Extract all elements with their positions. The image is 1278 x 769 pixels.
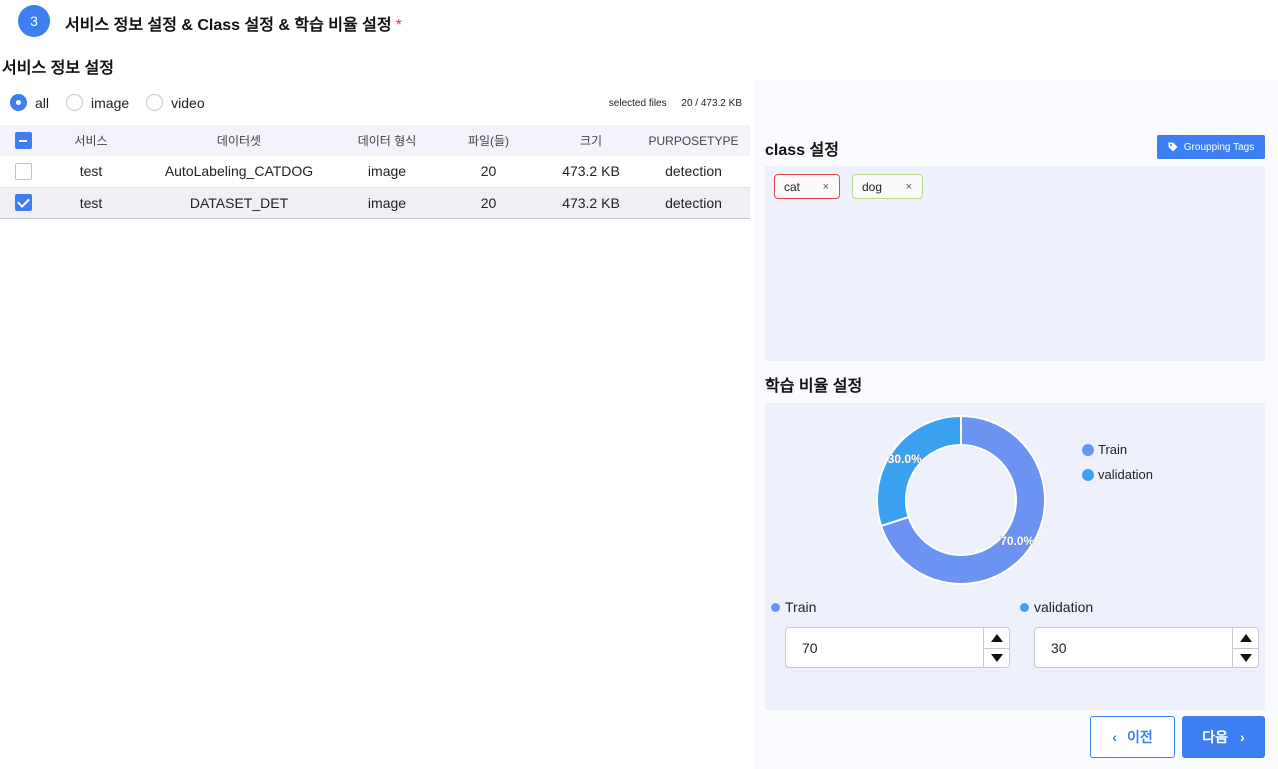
arrow-up-icon [990,633,1003,642]
train-decrement-button[interactable] [984,647,1009,668]
class-tag-dog: dog × [852,174,923,199]
filter-radio-image[interactable]: image [66,94,129,111]
radio-label: video [171,94,205,111]
donut-label-train: 70.0% [1000,534,1034,548]
cell-size: 473.2 KB [545,187,637,219]
table-row[interactable]: test DATASET_DET image 20 473.2 KB detec… [0,187,750,219]
table-row[interactable]: test AutoLabeling_CATDOG image 20 473.2 … [0,156,750,188]
train-label-text: Train [785,599,817,615]
chevron-right-icon: › [1240,729,1245,745]
legend-label: Train [1098,442,1128,457]
arrow-down-icon [1239,653,1252,662]
row-checkbox-cell [0,187,46,219]
train-ratio-stepper [785,627,1010,668]
ratio-section-title: 학습 비율 설정 [765,378,863,395]
row-checkbox[interactable] [14,163,32,181]
select-all-cell [0,125,46,156]
next-label: 다음 [1202,729,1229,745]
step-header: 3 서비스 정보 설정 & Class 설정 & 학습 비율 설정 * [0,0,1278,40]
filter-radio-all[interactable]: all [10,94,49,111]
selected-files-summary: selected files 20 / 473.2 KB [609,98,742,109]
chart-legend: Train validation [1082,437,1153,487]
grouping-tags-button[interactable]: Groupping Tags [1157,135,1265,159]
column-header-purposetype: PURPOSETYPE [637,125,750,156]
train-spin-buttons [983,628,1009,667]
validation-spin-buttons [1232,628,1258,667]
radio-label: all [35,94,50,111]
radio-button[interactable] [66,94,84,111]
next-button[interactable]: 다음 › [1182,716,1265,758]
cell-purposetype: detection [637,187,750,219]
cell-format: image [342,187,432,219]
class-tag-cat: cat × [774,174,840,199]
column-header-size: 크기 [545,125,637,156]
radio-button[interactable] [146,94,164,111]
class-section-title: class 설정 [765,142,839,159]
previous-button[interactable]: ‹ 이전 [1090,716,1175,758]
select-all-checkbox[interactable] [14,132,32,149]
tag-label: dog [862,179,883,194]
cell-files: 20 [432,156,545,188]
validation-label-text: validation [1034,599,1094,615]
cell-service: test [46,156,136,188]
step-title: 서비스 정보 설정 & Class 설정 & 학습 비율 설정 * [65,11,402,35]
column-header-format: 데이터 형식 [342,125,432,156]
cell-dataset: DATASET_DET [136,187,342,219]
legend-dot [1082,443,1094,456]
donut-label-validation: 30.0% [888,452,922,466]
legend-item-validation[interactable]: validation [1082,462,1153,487]
legend-label: validation [1098,467,1153,482]
chevron-left-icon: ‹ [1112,729,1117,745]
table-header-row: 서비스 데이터셋 데이터 형식 파일(들) 크기 PURPOSETYPE [0,125,750,156]
step-number-badge: 3 [18,5,50,37]
validation-increment-button[interactable] [1233,628,1258,648]
cell-service: test [46,187,136,219]
column-header-files: 파일(들) [432,125,545,156]
required-mark: * [395,17,402,34]
grouping-tags-label: Groupping Tags [1183,141,1255,153]
column-header-dataset: 데이터셋 [136,125,342,156]
arrow-down-icon [990,653,1003,662]
train-field-label: Train [771,599,816,615]
validation-ratio-input[interactable] [1035,628,1233,667]
train-increment-button[interactable] [984,628,1009,648]
validation-decrement-button[interactable] [1233,647,1258,668]
cell-files: 20 [432,187,545,219]
row-checkbox-cell [0,156,46,188]
selected-files-value: 20 / 473.2 KB [681,98,742,109]
type-filter-radio-group: all image video [10,94,222,111]
cell-dataset: AutoLabeling_CATDOG [136,156,342,188]
validation-field-label: validation [1020,599,1093,615]
dataset-table: 서비스 데이터셋 데이터 형식 파일(들) 크기 PURPOSETYPE tes… [0,125,750,219]
step-title-text: 서비스 정보 설정 & Class 설정 & 학습 비율 설정 [65,17,392,34]
service-section-title: 서비스 정보 설정 [2,60,114,77]
remove-tag-icon[interactable]: × [823,181,829,193]
filter-radio-video[interactable]: video [146,94,205,111]
class-tag-box[interactable]: cat × dog × [765,166,1265,361]
remove-tag-icon[interactable]: × [906,181,912,193]
validation-ratio-stepper [1034,627,1259,668]
cell-purposetype: detection [637,156,750,188]
arrow-up-icon [1239,633,1252,642]
radio-button[interactable] [10,94,27,111]
tag-label: cat [784,179,801,194]
tag-icon [1168,142,1178,152]
selected-files-label: selected files [608,98,667,109]
train-dot [771,602,780,612]
validation-dot [1020,602,1029,612]
legend-item-train[interactable]: Train [1082,437,1153,462]
column-header-service: 서비스 [46,125,136,156]
cell-format: image [342,156,432,188]
row-checkbox[interactable] [14,194,32,212]
previous-label: 이전 [1126,729,1153,745]
radio-label: image [91,94,130,111]
train-ratio-input[interactable] [786,628,984,667]
legend-dot [1082,468,1094,481]
donut-slice-validation[interactable] [876,414,962,528]
cell-size: 473.2 KB [545,156,637,188]
